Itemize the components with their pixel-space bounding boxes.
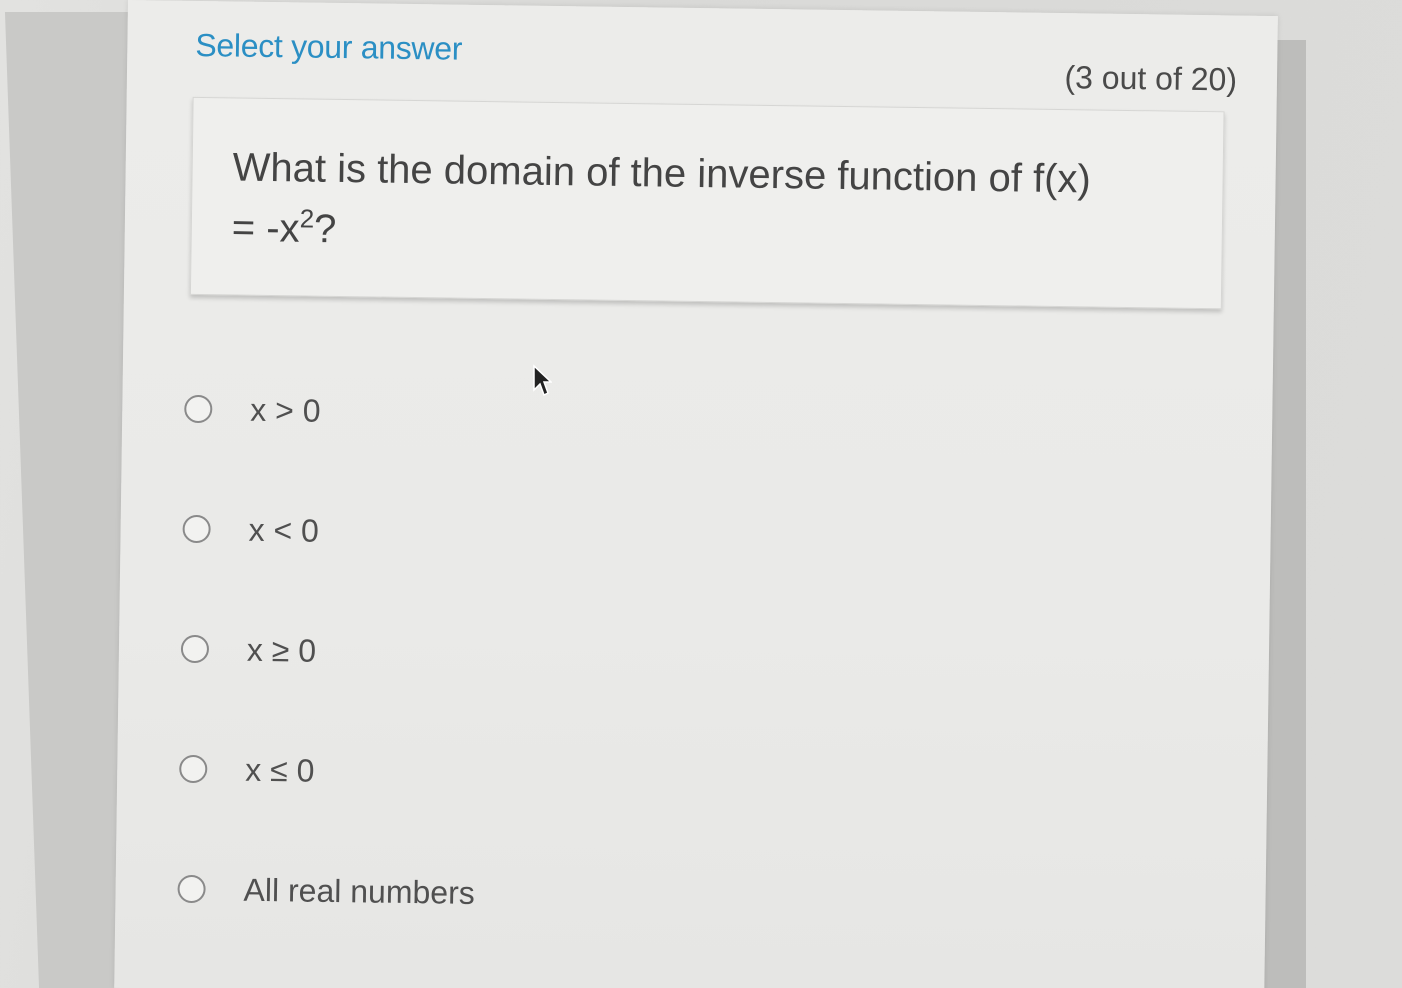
answer-option[interactable]: x ≤ 0 — [178, 709, 880, 839]
radio-button[interactable] — [180, 634, 210, 664]
radio-button[interactable] — [182, 514, 211, 544]
answer-option[interactable]: x ≥ 0 — [180, 589, 882, 719]
option-label: x ≥ 0 — [246, 631, 317, 669]
mouse-pointer-icon — [533, 364, 552, 397]
quiz-page: Select your answer (3 out of 20) What is… — [114, 0, 1278, 988]
page-title: Select your answer — [195, 26, 463, 67]
question-line2: = -x — [231, 205, 300, 251]
question-card: What is the domain of the inverse functi… — [189, 96, 1225, 310]
radio-button[interactable] — [179, 754, 208, 784]
question-suffix: ? — [313, 206, 337, 252]
answer-options: x > 0 x < 0 x ≥ 0 x ≤ 0 All real numbers — [177, 349, 885, 959]
option-label: All real numbers — [243, 871, 476, 911]
question-exponent: 2 — [299, 203, 315, 234]
answer-option[interactable]: All real numbers — [177, 829, 879, 959]
radio-button[interactable] — [177, 874, 206, 904]
question-progress: (3 out of 20) — [1064, 59, 1238, 98]
option-label: x < 0 — [248, 511, 320, 549]
option-label: x ≤ 0 — [245, 751, 315, 789]
question-main: What is the domain of the inverse functi… — [232, 145, 1092, 202]
option-label: x > 0 — [250, 391, 321, 429]
question-text: What is the domain of the inverse functi… — [231, 142, 1172, 265]
answer-option[interactable]: x < 0 — [182, 469, 884, 599]
radio-button[interactable] — [184, 394, 213, 424]
